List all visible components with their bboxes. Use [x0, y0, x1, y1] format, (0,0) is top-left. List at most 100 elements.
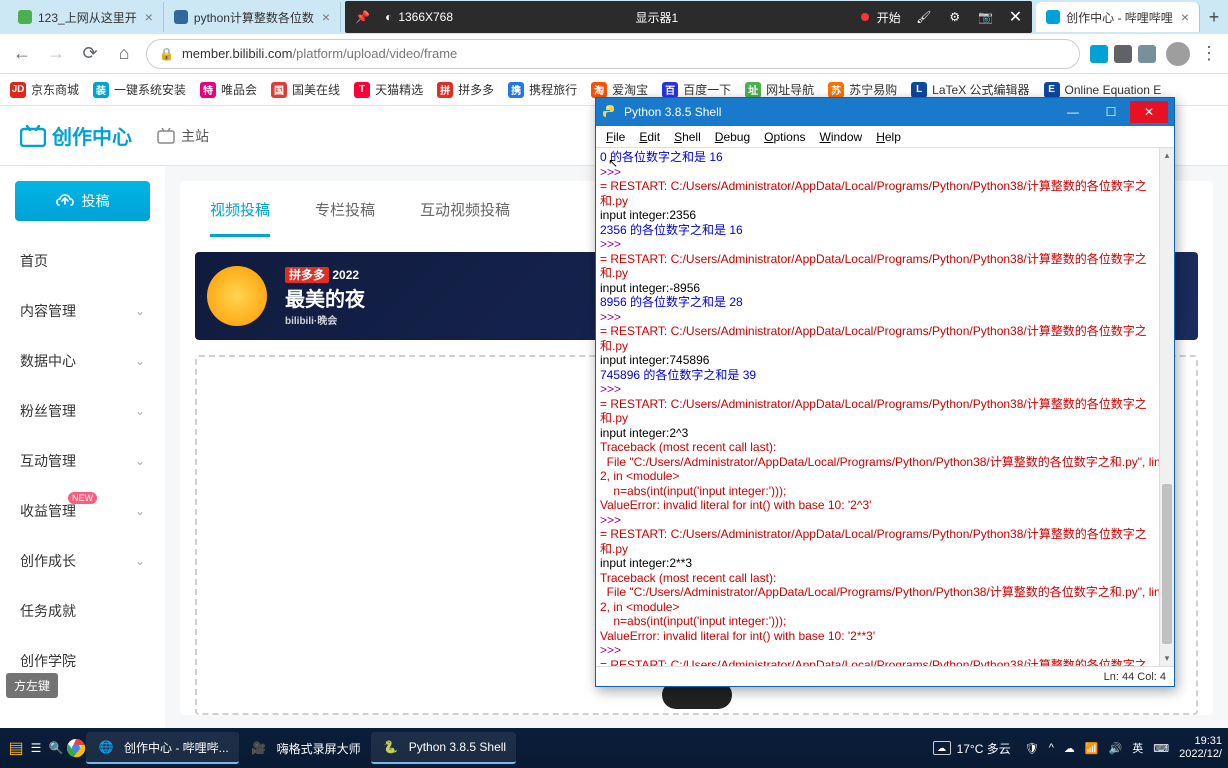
bookmark-item[interactable]: JD京东商城 [10, 81, 79, 98]
tray-chevron-icon[interactable]: ^ [1049, 742, 1054, 754]
bookmark-favicon: 拼 [437, 82, 453, 98]
kebab-menu[interactable]: ⋮ [1200, 43, 1218, 64]
extension-icon[interactable] [1090, 45, 1108, 63]
tray-shield-icon[interactable]: 🛡 [1025, 742, 1039, 755]
bookmark-favicon: 携 [508, 82, 524, 98]
upload-tab[interactable]: 互动视频投稿 [420, 199, 510, 237]
maximize-button[interactable]: ☐ [1092, 101, 1130, 123]
site-logo[interactable]: 创作中心 [20, 121, 132, 150]
menu-item-file[interactable]: File [606, 130, 625, 144]
browser-tab-active[interactable]: 创作中心 - 哔哩哔哩 × [1036, 2, 1200, 32]
extension-icon[interactable] [1114, 45, 1132, 63]
close-icon[interactable]: × [1181, 9, 1189, 25]
menu-item-edit[interactable]: Edit [639, 130, 660, 144]
scroll-down-button[interactable]: ▾ [1160, 651, 1174, 666]
shell-line: 0 的各位数字之和是 16 [600, 150, 1170, 165]
start-button[interactable]: ▤ [6, 738, 26, 758]
scroll-thumb[interactable] [1162, 484, 1172, 644]
taskbar-app[interactable]: 🐍Python 3.8.5 Shell [371, 732, 516, 764]
tray-keyboard-icon[interactable]: ⌨ [1153, 742, 1169, 755]
camera-icon[interactable]: 📷 [978, 9, 994, 25]
scrollbar[interactable]: ▴ ▾ [1159, 148, 1174, 666]
sidebar-item[interactable]: 互动管理⌄ [0, 436, 165, 486]
banner-title: 最美的夜 [285, 283, 365, 312]
extension-icon[interactable] [1138, 45, 1156, 63]
menu-item-window[interactable]: Window [820, 130, 863, 144]
profile-avatar[interactable] [1166, 42, 1190, 66]
bookmark-item[interactable]: 携携程旅行 [508, 81, 577, 98]
browser-tab[interactable]: python计算整数各位数× [164, 2, 341, 32]
record-start-button[interactable]: 开始 [861, 9, 901, 26]
search-icon[interactable]: 🔍 [46, 738, 66, 758]
window-titlebar[interactable]: Python 3.8.5 Shell — ☐ ✕ [596, 98, 1174, 126]
sidebar-item[interactable]: 数据中心⌄ [0, 336, 165, 386]
sidebar-item[interactable]: 粉丝管理⌄ [0, 386, 165, 436]
sidebar-item-label: 内容管理 [20, 301, 76, 321]
tray-volume-icon[interactable]: 🔊 [1109, 742, 1123, 755]
sidebar-item[interactable]: 收益管理NEW⌄ [0, 486, 165, 536]
close-icon[interactable]: × [322, 9, 330, 25]
bookmark-item[interactable]: EOnline Equation E [1044, 82, 1162, 98]
back-button[interactable]: ← [10, 42, 34, 66]
browser-tab[interactable]: 123_上网从这里开× [8, 2, 164, 32]
sidebar-item-label: 任务成就 [20, 601, 76, 621]
bookmark-label: 拼多多 [458, 81, 494, 98]
pin-icon[interactable]: 📌 [355, 10, 370, 24]
new-tab-button[interactable]: + [1200, 3, 1228, 31]
shell-line: = RESTART: C:/Users/Administrator/AppDat… [600, 527, 1170, 556]
menu-item-options[interactable]: Options [764, 130, 805, 144]
sidebar-item[interactable]: 首页 [0, 236, 165, 286]
weather-widget[interactable]: ☁17°C 多云 [933, 740, 1011, 757]
close-button[interactable]: ✕ [1130, 101, 1168, 123]
forward-button[interactable]: → [44, 42, 68, 66]
chevron-down-icon: ⌄ [135, 304, 145, 318]
bookmark-item[interactable]: 装一键系统安装 [93, 81, 186, 98]
url-path: /platform/upload/video/frame [293, 46, 458, 61]
settings-icon[interactable]: ⚙ [947, 9, 963, 25]
brush-icon[interactable]: 🖌 [916, 9, 932, 25]
taskbar-app[interactable]: 🎥嗨格式录屏大师 [239, 732, 371, 764]
bookmark-item[interactable]: 拼拼多多 [437, 81, 494, 98]
bookmark-item[interactable]: 百百度一下 [662, 81, 731, 98]
app-icon: 🎥 [249, 738, 269, 758]
task-view-icon[interactable]: ☰ [26, 738, 46, 758]
bookmark-favicon: JD [10, 82, 26, 98]
clock-time: 19:31 [1179, 735, 1222, 748]
menu-item-debug[interactable]: Debug [715, 130, 750, 144]
home-button[interactable]: ⌂ [112, 42, 136, 66]
shell-line: input integer:2356 [600, 208, 1170, 223]
bookmark-item[interactable]: 址网址导航 [745, 81, 814, 98]
shell-output[interactable]: 0 的各位数字之和是 16>>> = RESTART: C:/Users/Adm… [596, 148, 1174, 666]
bookmark-item[interactable]: 苏苏宁易购 [828, 81, 897, 98]
clock[interactable]: 19:31 2022/12/ [1179, 735, 1222, 761]
upload-tab[interactable]: 专栏投稿 [315, 199, 375, 237]
close-icon[interactable]: × [145, 9, 153, 25]
close-icon[interactable]: ✕ [1009, 7, 1022, 27]
bookmark-item[interactable]: 国国美在线 [271, 81, 340, 98]
reload-button[interactable]: ⟳ [78, 42, 102, 66]
scroll-up-button[interactable]: ▴ [1160, 148, 1174, 163]
url-input[interactable]: 🔒 member.bilibili.com/platform/upload/vi… [146, 39, 1080, 69]
tab-title: 创作中心 - 哔哩哔哩 [1066, 9, 1173, 26]
chrome-icon[interactable] [66, 738, 86, 758]
menu-item-shell[interactable]: Shell [674, 130, 701, 144]
minimize-button[interactable]: — [1054, 101, 1092, 123]
ime-indicator[interactable]: 英 [1132, 740, 1143, 756]
menu-item-help[interactable]: Help [876, 130, 901, 144]
bookmark-item[interactable]: 特唯品会 [200, 81, 257, 98]
sidebar-item[interactable]: 任务成就 [0, 586, 165, 636]
sidebar-item-label: 互动管理 [20, 451, 76, 471]
bookmark-item[interactable]: LLaTeX 公式编辑器 [911, 81, 1029, 98]
sidebar-item[interactable]: 内容管理 ⌄ [0, 286, 165, 336]
upload-button[interactable]: 投稿 [15, 181, 150, 221]
bookmark-item[interactable]: T天猫精选 [354, 81, 423, 98]
shell-line: Traceback (most recent call last): [600, 571, 1170, 586]
upload-tab[interactable]: 视频投稿 [210, 199, 270, 237]
extensions [1090, 45, 1156, 63]
header-home-link[interactable]: 主站 [157, 126, 209, 146]
tray-cloud-icon[interactable]: ☁ [1064, 742, 1075, 755]
bookmark-item[interactable]: 淘爱淘宝 [591, 81, 648, 98]
tray-network-icon[interactable]: 📶 [1085, 742, 1099, 755]
taskbar-app[interactable]: 🌐创作中心 - 哔哩哔... [86, 732, 239, 764]
sidebar-item[interactable]: 创作成长⌄ [0, 536, 165, 586]
